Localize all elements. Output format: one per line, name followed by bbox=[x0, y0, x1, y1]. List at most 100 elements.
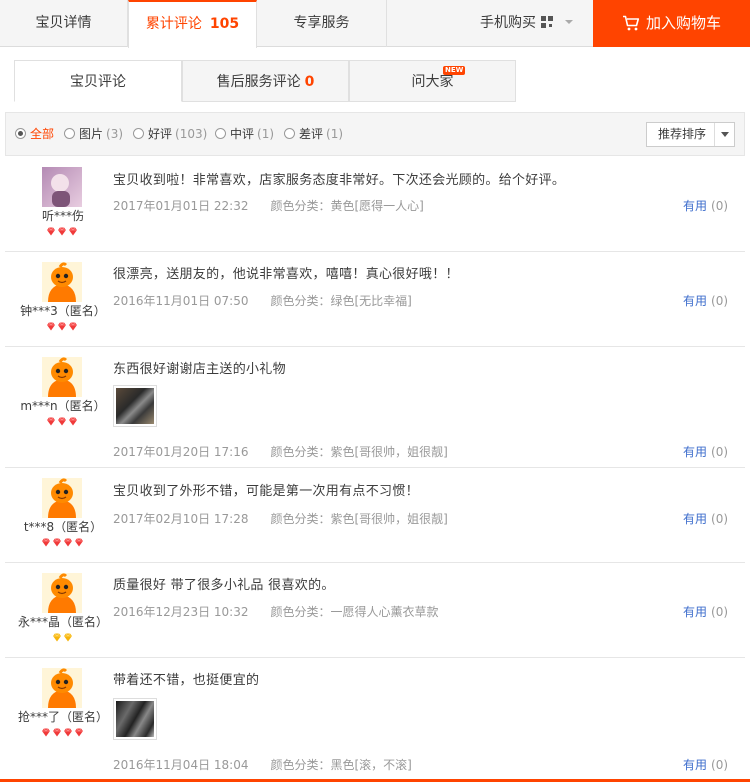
review-item: 永***晶（匿名） 质量很好 带了很多小礼品 很喜欢的。 2016年12月23日 1… bbox=[5, 563, 745, 658]
review-text: 宝贝收到啦！非常喜欢，店家服务态度非常好。下次还会光顾的。给个好评。 bbox=[113, 173, 566, 188]
tab-exclusive-service[interactable]: 专享服务 bbox=[257, 0, 387, 47]
review-sku: 颜色分类：黑色[滚，不滚] bbox=[270, 758, 412, 772]
radio-icon[interactable] bbox=[64, 128, 75, 139]
level-gem-icon bbox=[74, 728, 83, 737]
radio-icon[interactable] bbox=[215, 128, 226, 139]
reviewer-name: 听***伤 bbox=[41, 209, 84, 223]
buyer-level bbox=[5, 728, 119, 738]
level-gem-icon bbox=[69, 322, 77, 331]
review-sku: 颜色分类：一愿得人心薰衣草款 bbox=[270, 605, 439, 619]
add-to-cart-label: 加入购物车 bbox=[645, 14, 721, 32]
review-photo-thumbnail[interactable] bbox=[113, 698, 157, 740]
review-text: 很漂亮，送朋友的，他说非常喜欢，嘻嘻！真心很好哦！！ bbox=[113, 267, 459, 282]
useful-count: (0) bbox=[711, 512, 729, 526]
reviewer-name: t***8（匿名） bbox=[23, 520, 103, 534]
useful-count: (0) bbox=[711, 294, 729, 308]
level-gem-icon bbox=[69, 227, 77, 236]
mobile-buy-button[interactable]: 手机购买 bbox=[480, 0, 573, 47]
useful-button[interactable]: 有用 (0) bbox=[683, 197, 728, 214]
filter-neutral[interactable]: 中评 (1) bbox=[215, 126, 274, 142]
tab-after-sale-reviews[interactable]: 售后服务评论 0 bbox=[182, 60, 349, 102]
review-meta: 2016年12月23日 10:32 颜色分类：一愿得人心薰衣草款 bbox=[113, 603, 439, 620]
after-sale-count: 0 bbox=[304, 74, 315, 90]
tab-reviews-label: 累计评论 bbox=[145, 16, 202, 32]
filter-negative[interactable]: 差评 (1) bbox=[284, 126, 343, 142]
tab-product-reviews[interactable]: 宝贝评论 bbox=[14, 60, 182, 102]
useful-button[interactable]: 有用 (0) bbox=[683, 510, 728, 527]
level-gem-icon bbox=[63, 633, 72, 642]
tab-product-details[interactable]: 宝贝详情 bbox=[0, 0, 128, 47]
tab-ask-everyone[interactable]: 问大家 NEW bbox=[349, 60, 516, 102]
qr-code-icon bbox=[541, 16, 553, 28]
useful-count: (0) bbox=[711, 445, 729, 459]
filter-label: 全部 bbox=[30, 127, 55, 141]
filter-count: (3) bbox=[106, 127, 124, 141]
review-item: 抢***了（匿名） 带着还不错，也挺便宜的 2016年11月04日 18:04 颜色分… bbox=[5, 658, 745, 780]
review-meta: 2016年11月04日 18:04 颜色分类：黑色[滚，不滚] bbox=[113, 756, 412, 773]
review-filter-bar: 全部 图片 (3) 好评 (103) 中评 (1) 差评 (1) 推荐排序 bbox=[5, 112, 745, 156]
level-gem-icon bbox=[47, 417, 55, 426]
level-gem-icon bbox=[63, 728, 72, 737]
sort-select[interactable]: 推荐排序 bbox=[646, 122, 735, 147]
buyer-level bbox=[5, 417, 119, 427]
review-sku: 颜色分类：绿色[无比幸福] bbox=[270, 294, 412, 308]
avatar[interactable] bbox=[42, 668, 82, 708]
useful-button[interactable]: 有用 (0) bbox=[683, 603, 728, 620]
avatar[interactable] bbox=[42, 357, 82, 397]
top-tab-bar: 宝贝详情 累计评论 105 专享服务 手机购买 加入购物车 bbox=[0, 0, 750, 48]
review-meta: 2016年11月01日 07:50 颜色分类：绿色[无比幸福] bbox=[113, 292, 412, 309]
review-item: 钟***3（匿名） 很漂亮，送朋友的，他说非常喜欢，嘻嘻！真心很好哦！！ 2016年… bbox=[5, 252, 745, 347]
avatar[interactable] bbox=[42, 573, 82, 613]
useful-button[interactable]: 有用 (0) bbox=[683, 756, 728, 773]
review-item: m***n（匿名） 东西很好谢谢店主送的小礼物 2017年01月20日 17:16 颜… bbox=[5, 347, 745, 468]
review-date: 2017年02月10日 17:28 bbox=[113, 512, 249, 526]
useful-count: (0) bbox=[711, 758, 729, 772]
new-badge: NEW bbox=[443, 66, 466, 75]
review-text: 质量很好 带了很多小礼品 很喜欢的。 bbox=[113, 578, 335, 593]
radio-icon[interactable] bbox=[15, 128, 26, 139]
radio-icon[interactable] bbox=[133, 128, 144, 139]
review-photo-thumbnail[interactable] bbox=[113, 385, 157, 427]
avatar[interactable] bbox=[42, 478, 82, 518]
shopping-cart-icon bbox=[622, 15, 640, 31]
review-item: 听***伤 宝贝收到啦！非常喜欢，店家服务态度非常好。下次还会光顾的。给个好评。 2… bbox=[5, 157, 745, 252]
filter-photos[interactable]: 图片 (3) bbox=[64, 126, 123, 142]
level-gem-icon bbox=[47, 227, 55, 236]
useful-button[interactable]: 有用 (0) bbox=[683, 292, 728, 309]
review-text: 东西很好谢谢店主送的小礼物 bbox=[113, 362, 286, 377]
buyer-level bbox=[5, 322, 119, 332]
review-date: 2016年12月23日 10:32 bbox=[113, 605, 249, 619]
level-gem-icon bbox=[52, 728, 61, 737]
tab-cumulative-reviews[interactable]: 累计评论 105 bbox=[128, 0, 257, 48]
chevron-down-icon bbox=[565, 20, 573, 24]
level-gem-icon bbox=[58, 322, 66, 331]
level-gem-icon bbox=[58, 417, 66, 426]
ask-everyone-label: 问大家 bbox=[411, 74, 454, 90]
filter-all[interactable]: 全部 bbox=[15, 126, 57, 142]
filter-label: 图片 bbox=[79, 127, 104, 141]
filter-count: (103) bbox=[175, 127, 208, 141]
review-date: 2017年01月01日 22:32 bbox=[113, 199, 249, 213]
level-gem-icon bbox=[52, 538, 61, 547]
reviewer-name: m***n（匿名） bbox=[20, 399, 106, 413]
review-text: 带着还不错，也挺便宜的 bbox=[113, 673, 260, 688]
avatar[interactable] bbox=[42, 167, 82, 207]
useful-button[interactable]: 有用 (0) bbox=[683, 443, 728, 460]
useful-label: 有用 bbox=[683, 512, 708, 526]
filter-label: 中评 bbox=[230, 127, 255, 141]
sort-selected: 推荐排序 bbox=[658, 127, 707, 141]
review-meta: 2017年02月10日 17:28 颜色分类：紫色[哥很帅，姐很靓] bbox=[113, 510, 448, 527]
review-text: 宝贝收到了外形不错，可能是第一次用有点不习惯！ bbox=[113, 484, 419, 499]
filter-positive[interactable]: 好评 (103) bbox=[133, 126, 207, 142]
radio-icon[interactable] bbox=[284, 128, 295, 139]
level-gem-icon bbox=[74, 538, 83, 547]
avatar[interactable] bbox=[42, 262, 82, 302]
review-sku: 颜色分类：紫色[哥很帅，姐很靓] bbox=[270, 445, 448, 459]
chevron-down-icon[interactable] bbox=[714, 123, 734, 146]
buyer-level bbox=[5, 538, 119, 548]
filter-label: 差评 bbox=[299, 127, 324, 141]
review-meta: 2017年01月20日 17:16 颜色分类：紫色[哥很帅，姐很靓] bbox=[113, 443, 448, 460]
review-sub-tabs: 宝贝评论 售后服务评论 0 问大家 NEW bbox=[14, 60, 516, 102]
useful-label: 有用 bbox=[683, 294, 708, 308]
add-to-cart-button[interactable]: 加入购物车 bbox=[593, 0, 750, 47]
